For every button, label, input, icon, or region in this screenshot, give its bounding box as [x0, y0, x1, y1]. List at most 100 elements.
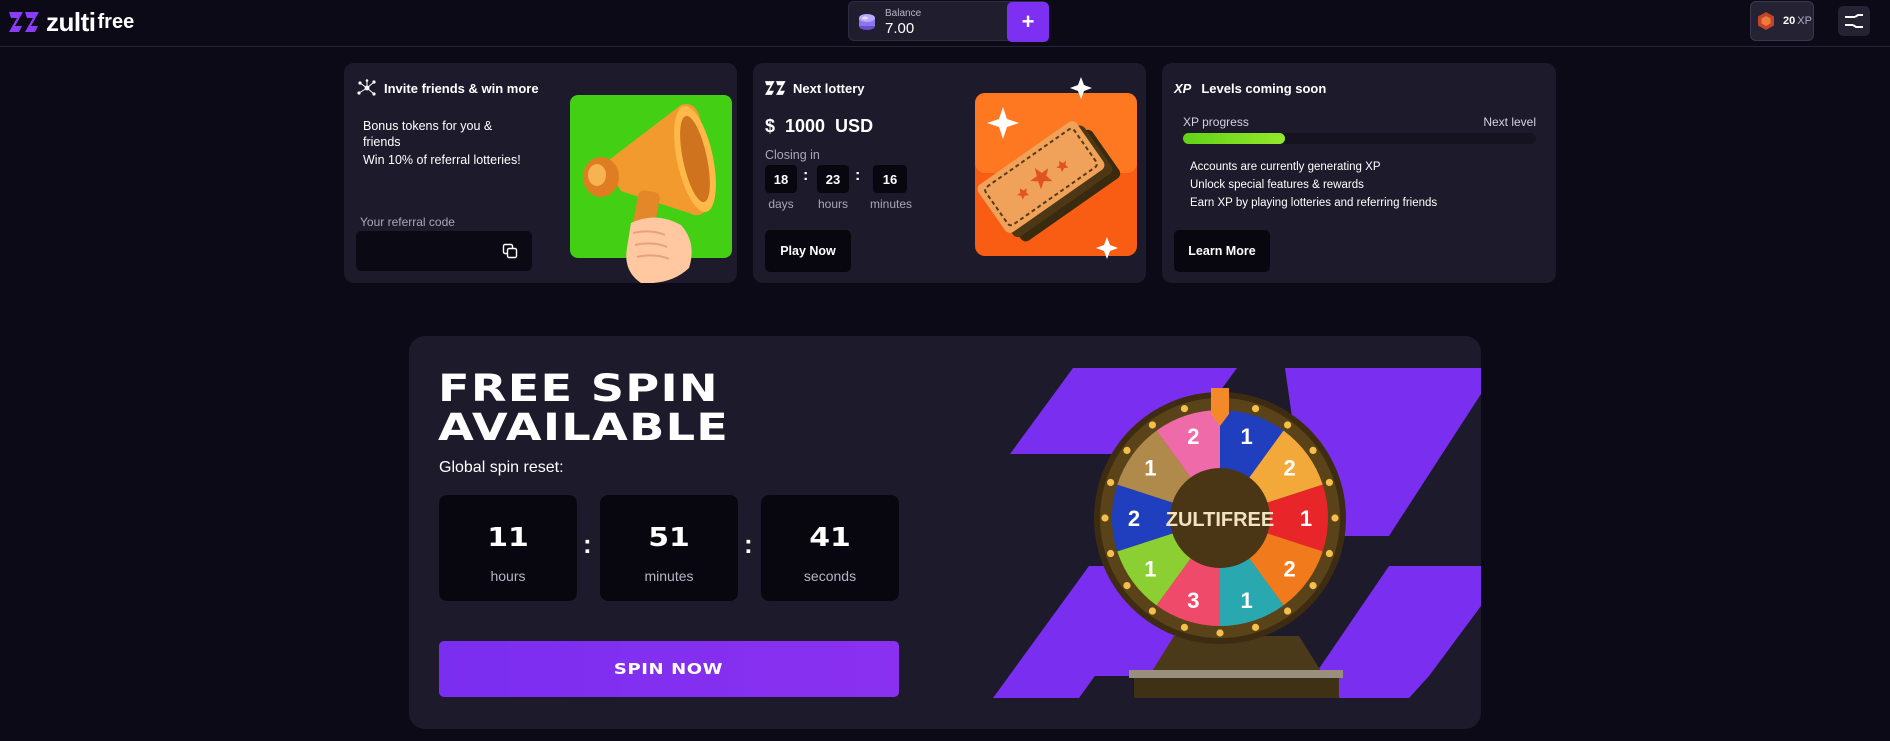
free-spin-panel: FREE SPIN AVAILABLE Global spin reset: 1… [409, 336, 1481, 729]
levels-info-line-3: Earn XP by playing lotteries and referri… [1190, 197, 1438, 209]
days-label: days [768, 197, 794, 211]
wheel-light [1101, 514, 1109, 522]
wheel-light [1283, 607, 1292, 615]
wheel-light [1251, 405, 1260, 413]
wheel-light [1309, 446, 1317, 455]
menu-button[interactable] [1838, 6, 1870, 36]
next-level-label: Next level [1483, 115, 1536, 129]
time-separator: : [855, 167, 861, 184]
wheel-segment-number: 2 [1283, 455, 1295, 480]
invite-card-title: Invite friends & win more [384, 80, 539, 96]
share-network-icon [356, 79, 378, 97]
lottery-card-title-row: Next lottery [765, 79, 865, 97]
lottery-hours: 23 [817, 165, 849, 193]
lottery-tickets-illustration [975, 77, 1137, 259]
lottery-days: 18 [765, 165, 797, 193]
time-separator: : [803, 167, 809, 184]
wheel-light [1251, 623, 1260, 631]
lottery-prize: $ 1000 USD [765, 116, 874, 136]
top-bar: zulti free Balance 7.00 + 20 XP [0, 0, 1890, 47]
wheel-light [1325, 549, 1333, 558]
wheel-light [1216, 629, 1224, 637]
wheel-light [1123, 446, 1131, 455]
free-spin-title-line-2: AVAILABLE [438, 406, 730, 449]
xp-unit: XP [1797, 15, 1812, 27]
spin-reset-label: Global spin reset: [439, 459, 564, 476]
free-spin-title-line-1: FREE SPIN [438, 367, 719, 410]
spin-minutes-box: 51 minutes [600, 495, 738, 601]
spin-hours-box: 11 hours [439, 495, 577, 601]
levels-card-title: Levels coming soon [1201, 80, 1327, 96]
levels-info-line-2: Unlock special features & rewards [1190, 179, 1364, 191]
lottery-card: Next lottery $ 1000 USD Closing in 18 : … [753, 63, 1146, 283]
play-now-button[interactable]: Play Now [765, 230, 851, 272]
spin-seconds-box: 41 seconds [761, 495, 899, 601]
invite-card: Invite friends & win more Bonus tokens f… [344, 63, 737, 283]
logo[interactable]: zulti free [9, 9, 134, 35]
xp-progress-label: XP progress [1183, 115, 1249, 129]
wheel-segment-number: 1 [1144, 557, 1156, 582]
spin-minutes-label: minutes [644, 568, 694, 584]
wheel-light [1283, 421, 1292, 429]
levels-info-line-1: Accounts are currently generating XP [1190, 161, 1381, 173]
wheel-label: ZULTIFREE [1166, 509, 1275, 531]
megaphone-illustration [570, 95, 732, 283]
wheel-light [1107, 549, 1115, 558]
wheel-segment-number: 1 [1300, 506, 1312, 531]
logo-free: free [97, 11, 135, 33]
minutes-label: minutes [869, 197, 913, 211]
spin-hours-label: hours [490, 568, 526, 584]
logo-word: zulti [46, 7, 96, 37]
wheel-segment-number: 2 [1187, 424, 1199, 449]
wheel-light [1180, 623, 1189, 631]
balance-widget: Balance 7.00 + [848, 1, 1049, 42]
wheel-light [1107, 478, 1115, 487]
token-icon [859, 14, 875, 30]
hexagon-badge-icon [1758, 12, 1774, 30]
wheel-light [1331, 514, 1339, 522]
learn-more-button[interactable]: Learn More [1174, 230, 1270, 272]
zultifree-mark-icon [765, 79, 787, 97]
spin-now-label: SPIN NOW [614, 660, 724, 678]
add-balance-button[interactable]: + [1007, 2, 1049, 42]
balance-label: Balance [885, 8, 922, 19]
xp-badge-icon: XP [1174, 80, 1192, 96]
xp-progress-fill [1183, 133, 1286, 144]
balance-value: 7.00 [885, 20, 915, 37]
wheel-light [1123, 581, 1131, 590]
zultifree-logo-icon [9, 12, 39, 32]
menu-toggle-icon [1845, 14, 1863, 28]
spin-seconds-value: 41 [809, 523, 851, 553]
invite-card-title-row: Invite friends & win more [356, 79, 539, 97]
hours-label: hours [817, 197, 849, 211]
invite-line-2: Win 10% of referral lotteries! [363, 153, 521, 167]
wheel-segment-number: 1 [1240, 588, 1252, 613]
lottery-minutes: 16 [873, 165, 907, 193]
referral-code-label: Your referral code [360, 215, 455, 229]
wheel-segment-number: 1 [1144, 455, 1156, 480]
wheel-segment-number: 2 [1128, 506, 1140, 531]
copy-icon[interactable] [502, 243, 518, 259]
wheel-light [1148, 421, 1157, 429]
wheel-segment-number: 3 [1187, 588, 1199, 613]
spin-hours-value: 11 [487, 523, 529, 553]
wheel-segment-number: 2 [1283, 557, 1295, 582]
free-spin-title: FREE SPIN AVAILABLE [438, 369, 729, 447]
wheel-light [1309, 581, 1317, 590]
invite-line-1: Bonus tokens for you & friends [363, 119, 493, 149]
wheel-light [1180, 405, 1189, 413]
wheel-light [1148, 607, 1157, 615]
referral-code-field[interactable] [356, 231, 532, 271]
xp-progress-bar [1183, 133, 1536, 144]
lottery-card-title: Next lottery [793, 80, 865, 96]
wheel-segment-number: 1 [1240, 424, 1252, 449]
xp-value: 20 [1783, 15, 1796, 27]
spin-seconds-label: seconds [803, 568, 857, 584]
levels-card-title-row: XP Levels coming soon [1174, 79, 1326, 97]
spin-now-button[interactable]: SPIN NOW [439, 641, 899, 697]
closing-label: Closing in [765, 148, 820, 162]
levels-card: XP Levels coming soon XP progress Next l… [1162, 63, 1556, 283]
spin-minutes-value: 51 [648, 523, 690, 553]
wheel-light [1325, 478, 1333, 487]
xp-chip[interactable]: 20 XP [1750, 1, 1814, 41]
